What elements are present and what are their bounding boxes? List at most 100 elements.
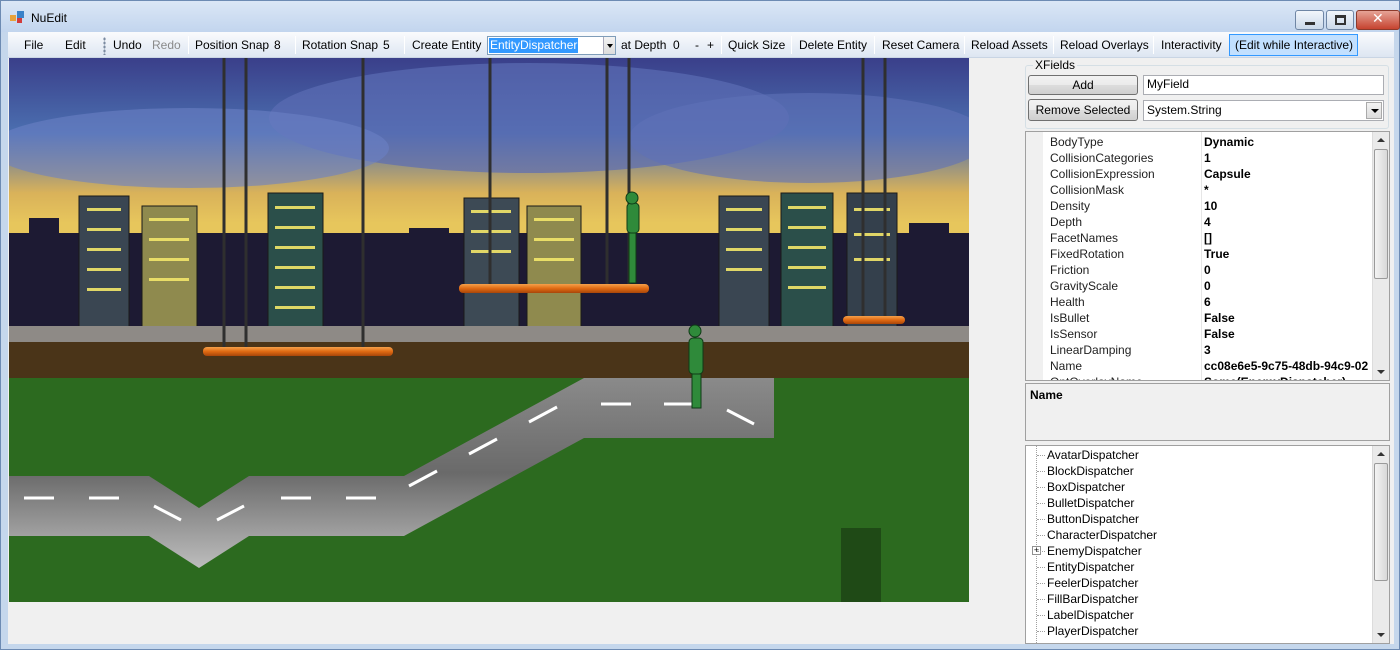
property-value[interactable]: Capsule: [1204, 166, 1251, 182]
property-row[interactable]: IsBullet False: [1043, 310, 1373, 326]
field-type-select[interactable]: System.String: [1143, 100, 1384, 121]
entity-dispatcher-value: EntityDispatcher: [489, 38, 579, 53]
property-row[interactable]: Depth 4: [1043, 214, 1373, 230]
property-row[interactable]: Friction 0: [1043, 262, 1373, 278]
close-button[interactable]: ✕: [1356, 10, 1400, 30]
tree-item[interactable]: FillBarDispatcher: [1036, 591, 1138, 607]
maximize-button[interactable]: [1326, 10, 1354, 30]
scene-canvas[interactable]: [9, 58, 969, 602]
minimize-button[interactable]: [1295, 10, 1324, 30]
reset-camera-button[interactable]: Reset Camera: [882, 38, 959, 54]
redo-button[interactable]: Redo: [152, 38, 181, 54]
entity-dispatcher-select[interactable]: EntityDispatcher: [487, 36, 616, 55]
property-value[interactable]: 1: [1204, 150, 1211, 166]
tree-item[interactable]: EntityDispatcher: [1036, 559, 1134, 575]
property-grid-scrollbar[interactable]: [1372, 132, 1389, 380]
tree-item[interactable]: FeelerDispatcher: [1036, 575, 1138, 591]
add-field-button[interactable]: Add: [1028, 75, 1138, 95]
description-title: Name: [1030, 388, 1063, 402]
property-value[interactable]: 3: [1204, 342, 1211, 358]
window-title: NuEdit: [31, 11, 68, 25]
property-value[interactable]: False: [1204, 326, 1235, 342]
scroll-up-icon[interactable]: [1373, 446, 1389, 462]
tree-item[interactable]: CharacterDispatcher: [1036, 527, 1157, 543]
property-value[interactable]: Some(EnemyDispatcher): [1204, 374, 1346, 380]
property-value[interactable]: []: [1204, 230, 1212, 246]
property-value[interactable]: 10: [1204, 198, 1217, 214]
depth-increment-button[interactable]: +: [707, 38, 714, 54]
property-row[interactable]: Health 6: [1043, 294, 1373, 310]
app-icon: [10, 11, 24, 23]
tree-item[interactable]: EnemyDispatcher: [1037, 543, 1142, 559]
property-name: CollisionMask: [1050, 183, 1125, 197]
tree-item[interactable]: BulletDispatcher: [1036, 495, 1134, 511]
tree-item[interactable]: LabelDispatcher: [1037, 607, 1134, 623]
property-value[interactable]: Dynamic: [1204, 134, 1254, 150]
at-depth-label: at Depth: [621, 38, 667, 52]
toolbar-grip[interactable]: [103, 37, 106, 55]
property-row[interactable]: FacetNames []: [1043, 230, 1373, 246]
property-value[interactable]: True: [1204, 246, 1229, 262]
scroll-down-icon[interactable]: [1373, 364, 1389, 380]
property-value[interactable]: False: [1204, 310, 1235, 326]
scroll-up-icon[interactable]: [1373, 132, 1389, 148]
quick-size-button[interactable]: Quick Size: [728, 38, 785, 54]
property-value[interactable]: 6: [1204, 294, 1211, 310]
property-row[interactable]: Density 10: [1043, 198, 1373, 214]
property-row[interactable]: GravityScale 0: [1043, 278, 1373, 294]
remove-selected-button[interactable]: Remove Selected: [1028, 99, 1138, 121]
tree-item[interactable]: AvatarDispatcher: [1037, 447, 1139, 463]
reload-overlays-button[interactable]: Reload Overlays: [1060, 38, 1149, 54]
property-row[interactable]: CollisionExpression Capsule: [1043, 166, 1373, 182]
delete-entity-button[interactable]: Delete Entity: [799, 38, 867, 54]
title-bar[interactable]: NuEdit ✕: [1, 1, 1400, 32]
tree-scrollbar[interactable]: [1372, 446, 1389, 643]
pit: [841, 528, 881, 602]
property-row[interactable]: FixedRotation True: [1043, 246, 1373, 262]
menu-edit[interactable]: Edit: [65, 38, 86, 54]
hanging-platform[interactable]: [459, 284, 649, 293]
scroll-down-icon[interactable]: [1373, 627, 1389, 643]
dispatcher-tree[interactable]: AvatarDispatcher BlockDispatcher BoxDispat…: [1025, 445, 1390, 644]
property-row[interactable]: CollisionCategories 1: [1043, 150, 1373, 166]
tree-item[interactable]: BlockDispatcher: [1037, 463, 1134, 479]
interactivity-button[interactable]: Interactivity: [1161, 38, 1222, 54]
property-value[interactable]: 0: [1204, 278, 1211, 294]
undo-button[interactable]: Undo: [113, 38, 142, 54]
depth-decrement-button[interactable]: -: [695, 38, 699, 54]
tree-item[interactable]: BoxDispatcher: [1036, 479, 1125, 495]
property-value[interactable]: cc08e6e5-9c75-48db-94c9-02: [1204, 358, 1368, 374]
edit-while-interactive-toggle[interactable]: (Edit while Interactive): [1229, 34, 1358, 56]
hanging-platform[interactable]: [843, 316, 905, 324]
position-snap-label: Position Snap: [195, 38, 270, 52]
create-entity-button[interactable]: Create Entity: [412, 38, 481, 54]
chevron-down-icon[interactable]: [603, 37, 615, 54]
property-grid[interactable]: BodyType Dynamic CollisionCategories 1 Colli…: [1025, 131, 1390, 381]
toolbar-separator: [188, 36, 189, 54]
property-row[interactable]: BodyType Dynamic: [1043, 134, 1373, 150]
property-value[interactable]: 4: [1204, 214, 1211, 230]
tree-item[interactable]: PlayerDispatcher: [1036, 623, 1138, 639]
rotation-snap-input[interactable]: 5: [383, 38, 390, 54]
property-value[interactable]: *: [1204, 182, 1209, 198]
property-row[interactable]: CollisionMask *: [1043, 182, 1373, 198]
toolbar-separator: [295, 36, 296, 54]
property-row[interactable]: LinearDamping 3: [1043, 342, 1373, 358]
tree-item[interactable]: ButtonDispatcher: [1036, 511, 1139, 527]
at-depth-input[interactable]: 0: [673, 38, 680, 54]
scroll-thumb[interactable]: [1374, 463, 1388, 581]
property-row[interactable]: IsSensor False: [1043, 326, 1373, 342]
minimize-icon: [1305, 22, 1315, 25]
hanging-platform[interactable]: [203, 347, 393, 356]
scroll-thumb[interactable]: [1374, 149, 1388, 279]
field-name-input[interactable]: MyField: [1143, 75, 1384, 95]
reload-assets-button[interactable]: Reload Assets: [971, 38, 1048, 54]
property-value[interactable]: 0: [1204, 262, 1211, 278]
property-row[interactable]: OptOverlayName Some(EnemyDispatcher): [1043, 374, 1373, 380]
chevron-down-icon[interactable]: [1366, 102, 1382, 119]
property-row[interactable]: Name cc08e6e5-9c75-48db-94c9-02: [1043, 358, 1373, 374]
property-description: Name: [1025, 383, 1390, 441]
position-snap-input[interactable]: 8: [274, 38, 281, 54]
game-viewport[interactable]: [9, 58, 969, 602]
menu-file[interactable]: File: [24, 38, 43, 54]
